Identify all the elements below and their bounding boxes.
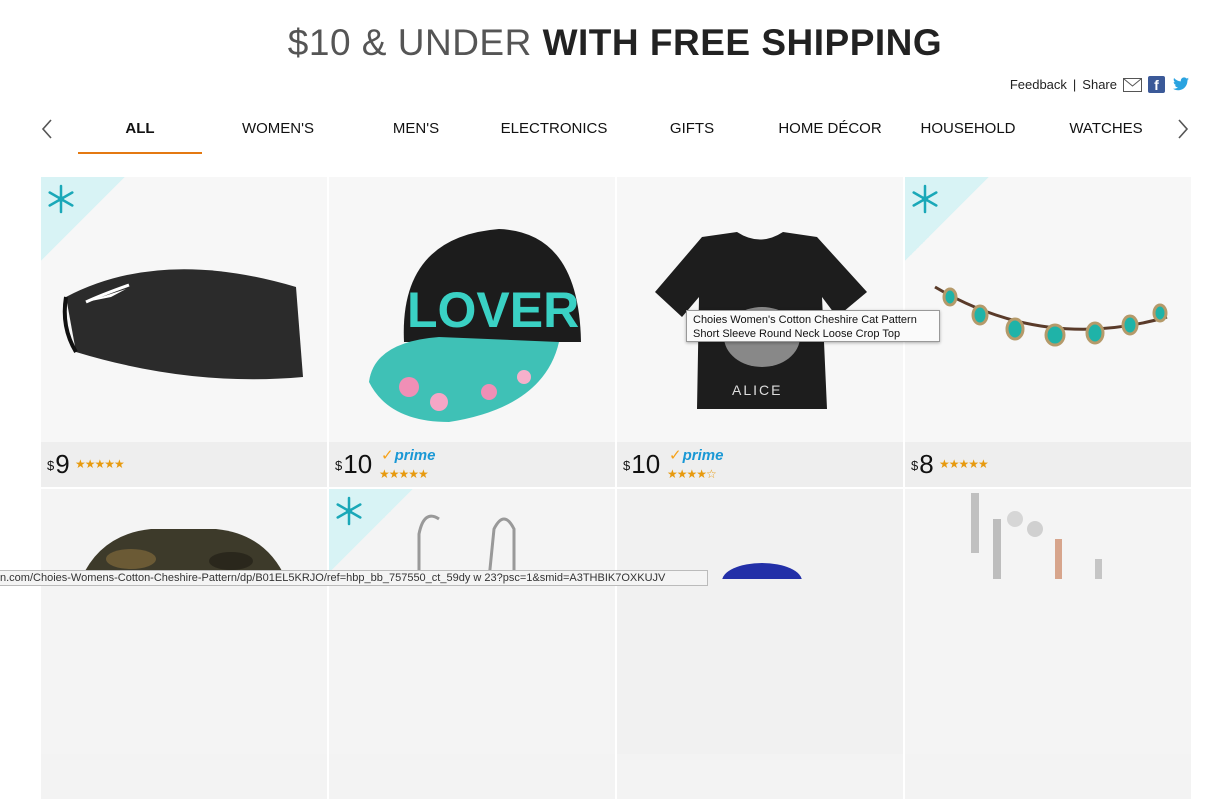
holiday-badge [329,489,413,573]
price: $10 [335,449,373,479]
price: $8 [911,449,934,479]
tab-household[interactable]: HOUSEHOLD [906,112,1030,152]
chevron-right-icon[interactable] [1176,118,1194,142]
facebook-icon[interactable]: f [1148,76,1165,93]
price: $9 [47,449,70,479]
star-rating: ★★★★☆ [667,467,717,481]
product-card[interactable]: $8 ★★★★★ [905,177,1191,487]
price-band: $8 ★★★★★ [905,442,1191,487]
product-image-blue-item[interactable] [617,489,903,754]
product-image-bar-earrings[interactable] [905,489,1191,754]
tooltip-line-2: Short Sleeve Round Neck Loose Crop Top [693,328,901,340]
product-card[interactable]: $9 ★★★★★ [41,177,327,487]
star-rating: ★★★★★ [939,457,989,471]
feedback-link[interactable]: Feedback [1010,77,1067,92]
price: $10 [623,449,661,479]
price-band: $10 ✓prime ★★★★☆ [617,442,903,487]
holiday-badge [905,177,989,261]
twitter-icon[interactable] [1171,76,1190,93]
svg-text:LOVER: LOVER [407,282,579,338]
product-card[interactable] [41,489,327,799]
price-band: $9 ★★★★★ [41,442,327,487]
tab-gifts[interactable]: GIFTS [630,112,754,152]
holiday-badge [41,177,125,261]
product-card[interactable] [329,489,615,799]
tab-electronics[interactable]: ELECTRONICS [492,112,616,152]
svg-text:ALICE: ALICE [732,382,782,398]
prime-check-icon: ✓ [381,447,394,464]
snowflake-icon [912,184,938,214]
prime-badge: ✓prime [381,447,436,464]
tab-home-decor[interactable]: HOME DÉCOR [768,112,892,152]
social-bar: Feedback | Share f [1010,76,1190,93]
chevron-left-icon[interactable] [40,118,58,142]
prime-badge: ✓prime [669,447,724,464]
email-icon[interactable] [1123,76,1142,93]
browser-status-bar: n.com/Choies-Womens-Cotton-Cheshire-Patt… [0,570,708,586]
page-headline: $10 & UNDER WITH FREE SHIPPING [0,22,1230,64]
status-url: n.com/Choies-Womens-Cotton-Cheshire-Patt… [0,572,666,584]
tab-mens[interactable]: MEN'S [354,112,478,152]
tab-womens[interactable]: WOMEN'S [216,112,340,152]
tab-all[interactable]: ALL [78,112,202,154]
star-rating: ★★★★★ [75,457,125,471]
snowflake-icon [48,184,74,214]
product-card[interactable] [617,489,903,799]
headline-bold: WITH FREE SHIPPING [542,22,943,63]
separator: | [1072,77,1077,92]
share-label: Share [1082,77,1117,92]
product-image-camo-shirt[interactable] [41,489,327,754]
product-grid: $9 ★★★★★ LOVER $10 ✓prime ★★★★★ ALICE $1… [41,177,1191,799]
tab-watches[interactable]: WATCHES [1044,112,1168,152]
headline-prefix: $10 & UNDER [287,22,543,63]
snowflake-icon [336,496,362,526]
prime-check-icon: ✓ [669,447,682,464]
product-tooltip: Choies Women's Cotton Cheshire Cat Patte… [686,310,940,342]
product-image-cap[interactable]: LOVER [329,177,615,442]
product-card[interactable]: LOVER $10 ✓prime ★★★★★ [329,177,615,487]
price-band: $10 ✓prime ★★★★★ [329,442,615,487]
category-tabs: ALL WOMEN'S MEN'S ELECTRONICS GIFTS HOME… [40,112,1190,156]
tooltip-line-1: Choies Women's Cotton Cheshire Cat Patte… [693,314,917,326]
product-card[interactable] [905,489,1191,799]
star-rating: ★★★★★ [379,467,429,481]
